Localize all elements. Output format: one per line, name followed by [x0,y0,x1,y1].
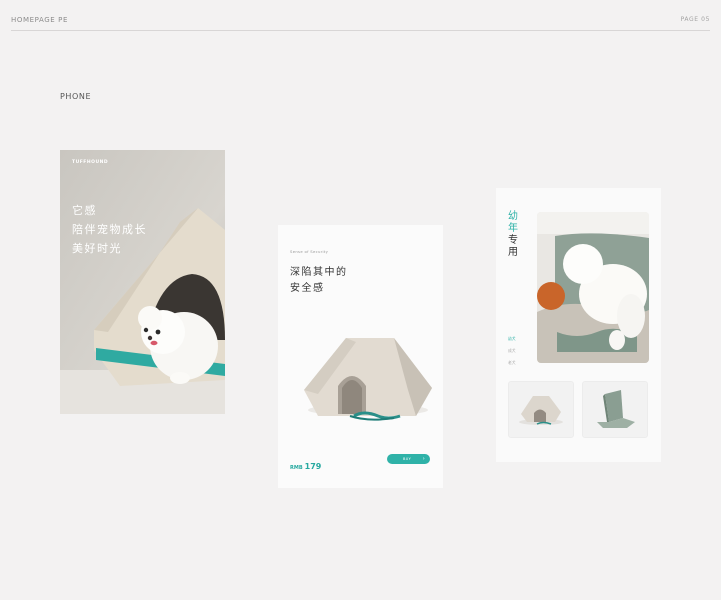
section-label: PHONE [60,92,92,101]
category-tabs: 幼犬 成犬 老犬 [508,336,516,372]
brand-logo-text: TUFFHOUND [72,160,109,165]
phone-screen-category: 幼年专用 幼犬 成犬 老犬 [496,188,661,462]
category-title-accent: 幼年 [508,211,518,234]
product-eyebrow: Sense of Security [290,249,329,254]
tab-puppy[interactable]: 幼犬 [508,336,516,342]
buy-button-label: BUY [403,457,412,461]
header-title: HOMEPAGE PE [11,16,68,24]
price-currency: RMB [290,465,303,471]
phone-screen-hero: TUFFHOUND 它感 陪伴宠物成长 美好时光 [60,150,225,414]
arrow-right-icon: › [422,456,425,462]
tab-senior[interactable]: 老犬 [508,360,516,366]
product-image-pet-house [304,338,432,421]
category-photo [537,212,649,363]
hero-photo [60,150,225,414]
hero-headline-line-3: 美好时光 [72,242,122,255]
category-title: 幼年专用 [508,211,520,259]
thumbnail-house[interactable] [508,381,574,438]
page-header: HOMEPAGE PE PAGE 05 [11,14,710,31]
product-headline-line-2: 安全感 [290,283,325,294]
hero-headline-line-2: 陪伴宠物成长 [72,223,147,236]
buy-button[interactable]: BUY › [387,454,430,464]
product-headline-line-1: 深陷其中的 [290,267,348,278]
hero-headline-line-1: 它感 [72,204,97,217]
category-title-rest: 专用 [508,235,518,258]
thumbnail-mat[interactable] [582,381,648,438]
page-number: PAGE 05 [680,16,710,23]
product-price: RMB 179 [290,454,321,473]
price-amount: 179 [304,462,322,471]
tab-adult[interactable]: 成犬 [508,348,516,354]
phone-screen-product: Sense of Security 深陷其中的 安全感 RMB 179 BUY › [278,225,443,488]
